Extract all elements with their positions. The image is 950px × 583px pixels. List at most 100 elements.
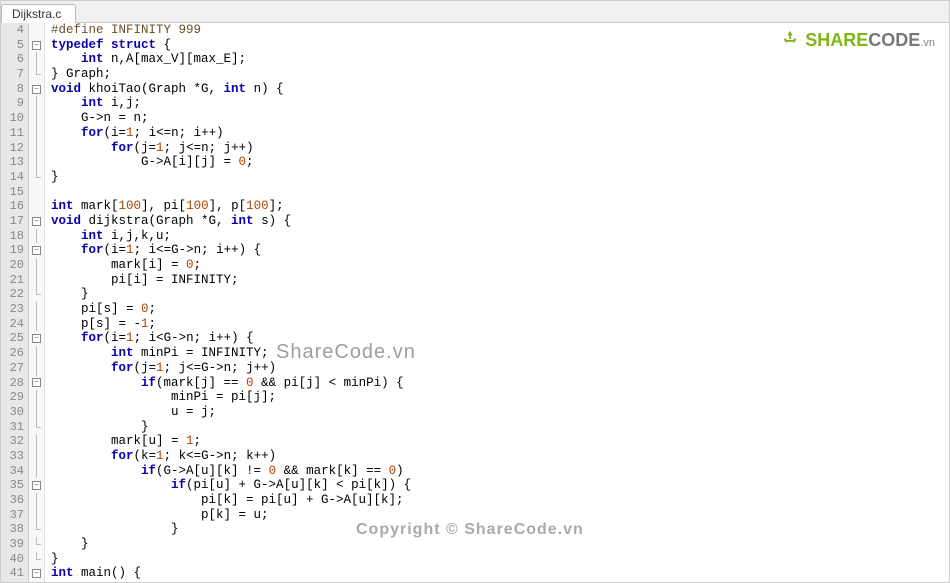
code-line[interactable]: int minPi = INFINITY; (51, 346, 949, 361)
tab-file[interactable]: Dijkstra.c (1, 4, 76, 23)
fold-cell: − (29, 82, 44, 97)
code-line[interactable]: } (51, 537, 949, 552)
fold-guide-line (36, 52, 37, 67)
fold-cell: − (29, 243, 44, 258)
code-line[interactable]: int n,A[max_V][max_E]; (51, 52, 949, 67)
code-line[interactable]: for(i=1; i<=n; i++) (51, 126, 949, 141)
code-line[interactable]: pi[s] = 0; (51, 302, 949, 317)
code-line[interactable]: if(G->A[u][k] != 0 && mark[k] == 0) (51, 464, 949, 479)
line-number: 30 (1, 405, 24, 420)
line-number: 12 (1, 141, 24, 156)
code-line[interactable] (51, 185, 949, 200)
fold-toggle-icon[interactable]: − (32, 85, 41, 94)
line-number: 11 (1, 126, 24, 141)
line-number: 8 (1, 82, 24, 97)
line-number: 7 (1, 67, 24, 82)
line-number: 27 (1, 361, 24, 376)
fold-cell (29, 170, 44, 185)
line-number: 16 (1, 199, 24, 214)
fold-cell: − (29, 214, 44, 229)
line-number: 33 (1, 449, 24, 464)
code-line[interactable]: void dijkstra(Graph *G, int s) { (51, 214, 949, 229)
fold-toggle-icon[interactable]: − (32, 246, 41, 255)
code-line[interactable]: for(j=1; j<=n; j++) (51, 141, 949, 156)
fold-guide-line (36, 493, 37, 508)
fold-cell (29, 155, 44, 170)
code-line[interactable]: for(k=1; k<=G->n; k++) (51, 449, 949, 464)
fold-toggle-icon[interactable]: − (32, 334, 41, 343)
line-number: 20 (1, 258, 24, 273)
fold-cell (29, 508, 44, 523)
fold-toggle-icon[interactable]: − (32, 481, 41, 490)
line-number: 37 (1, 508, 24, 523)
fold-cell (29, 493, 44, 508)
code-line[interactable]: pi[i] = INFINITY; (51, 273, 949, 288)
fold-cell (29, 287, 44, 302)
code-line[interactable]: } (51, 170, 949, 185)
fold-guide-line (36, 464, 37, 479)
fold-toggle-icon[interactable]: − (32, 217, 41, 226)
code-line[interactable]: for(i=1; i<G->n; i++) { (51, 331, 949, 346)
code-line[interactable]: } (51, 522, 949, 537)
line-number: 40 (1, 552, 24, 567)
fold-cell (29, 420, 44, 435)
fold-guide-line (36, 346, 37, 361)
fold-cell (29, 361, 44, 376)
fold-toggle-icon[interactable]: − (32, 569, 41, 578)
fold-guide-line (36, 273, 37, 288)
fold-cell: − (29, 38, 44, 53)
code-line[interactable]: p[k] = u; (51, 508, 949, 523)
logo-text-1: SHARE (805, 30, 868, 50)
fold-cell (29, 434, 44, 449)
code-area[interactable]: #define INFINITY 999typedef struct { int… (45, 23, 949, 582)
code-line[interactable]: for(i=1; i<=G->n; i++) { (51, 243, 949, 258)
code-line[interactable]: int i,j; (51, 96, 949, 111)
fold-cell (29, 302, 44, 317)
code-line[interactable]: u = j; (51, 405, 949, 420)
line-number: 4 (1, 23, 24, 38)
code-line[interactable]: minPi = pi[j]; (51, 390, 949, 405)
line-number: 31 (1, 420, 24, 435)
code-line[interactable]: mark[u] = 1; (51, 434, 949, 449)
fold-cell (29, 67, 44, 82)
code-line[interactable]: p[s] = -1; (51, 317, 949, 332)
fold-guide-line (36, 302, 37, 317)
code-line[interactable]: mark[i] = 0; (51, 258, 949, 273)
code-line[interactable]: int i,j,k,u; (51, 229, 949, 244)
code-line[interactable]: G->n = n; (51, 111, 949, 126)
fold-cell (29, 464, 44, 479)
code-line[interactable]: } Graph; (51, 67, 949, 82)
fold-cell (29, 537, 44, 552)
logo-suffix: .vn (920, 37, 935, 49)
code-line[interactable]: } (51, 552, 949, 567)
fold-cell (29, 346, 44, 361)
code-line[interactable]: int mark[100], pi[100], p[100]; (51, 199, 949, 214)
fold-toggle-icon[interactable]: − (32, 378, 41, 387)
line-number: 29 (1, 390, 24, 405)
fold-guide-line (36, 258, 37, 273)
code-line[interactable]: } (51, 420, 949, 435)
code-line[interactable]: pi[k] = pi[u] + G->A[u][k]; (51, 493, 949, 508)
code-line[interactable]: } (51, 287, 949, 302)
code-line[interactable]: if(mark[j] == 0 && pi[j] < minPi) { (51, 376, 949, 391)
code-line[interactable]: int main() { (51, 566, 949, 581)
fold-toggle-icon[interactable]: − (32, 41, 41, 50)
line-number: 32 (1, 434, 24, 449)
code-line[interactable]: void khoiTao(Graph *G, int n) { (51, 82, 949, 97)
fold-cell (29, 126, 44, 141)
fold-cell (29, 111, 44, 126)
line-number-gutter: 4567891011121314151617181920212223242526… (1, 23, 29, 582)
fold-guide-line (36, 361, 37, 376)
code-editor: 4567891011121314151617181920212223242526… (1, 23, 949, 582)
line-number: 41 (1, 566, 24, 581)
code-line[interactable]: if(pi[u] + G->A[u][k] < pi[k]) { (51, 478, 949, 493)
code-line[interactable]: for(j=1; j<=G->n; j++) (51, 361, 949, 376)
fold-cell (29, 23, 44, 38)
fold-cell: − (29, 331, 44, 346)
line-number: 28 (1, 376, 24, 391)
line-number: 13 (1, 155, 24, 170)
sharecode-logo: SHARECODE.vn (779, 29, 935, 51)
code-line[interactable]: G->A[i][j] = 0; (51, 155, 949, 170)
line-number: 26 (1, 346, 24, 361)
line-number: 19 (1, 243, 24, 258)
